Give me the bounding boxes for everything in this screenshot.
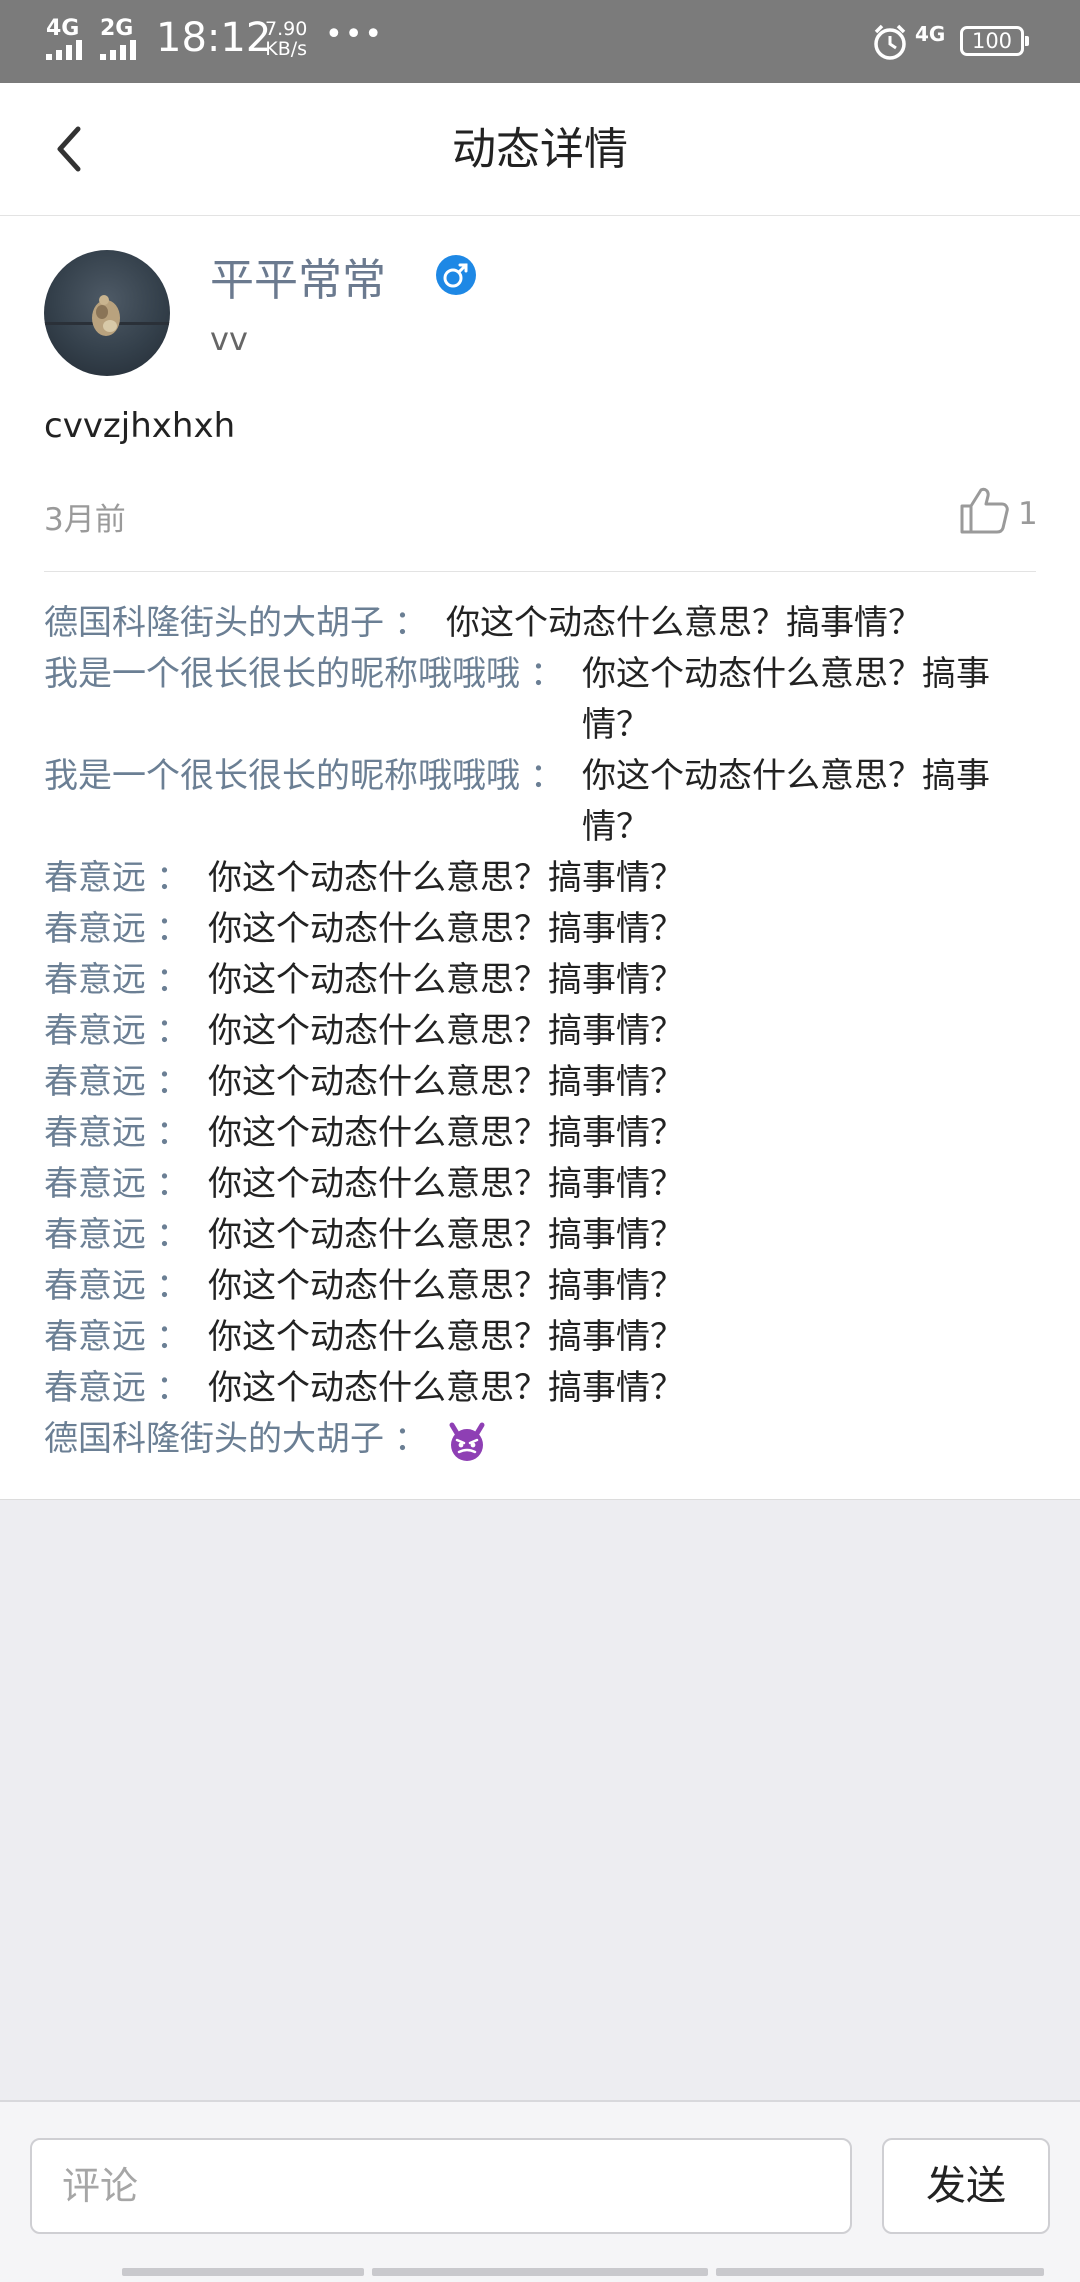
comment-separator: ： bbox=[156, 858, 190, 898]
comment-separator: ： bbox=[156, 1317, 190, 1357]
status-bar: 4G 2G 18:12 7.90 KB/s ••• 4G 100 bbox=[0, 0, 1080, 83]
comment-separator: ： bbox=[156, 1011, 190, 1051]
network-type-1: 4G bbox=[46, 16, 80, 41]
post-time: 3月前 bbox=[44, 502, 126, 538]
male-icon bbox=[436, 255, 476, 295]
comment-text: 你这个动态什么意思？搞事情？ bbox=[208, 1368, 684, 1408]
comment-author[interactable]: 德国科隆街头的大胡子 bbox=[44, 598, 384, 649]
comment-text: 你这个动态什么意思？搞事情？ bbox=[208, 1011, 684, 1051]
comment-bar: 发送 bbox=[0, 2100, 1080, 2282]
comment-text: 你这个动态什么意思？搞事情？ bbox=[208, 1062, 684, 1102]
page-title: 动态详情 bbox=[452, 124, 628, 175]
comment-item[interactable]: 德国科隆街头的大胡子： 你这个动态什么意思？搞事情？ bbox=[44, 598, 1036, 649]
comment-item[interactable]: 我是一个很长很长的昵称哦哦哦： 你这个动态什么意思？搞事情？ bbox=[44, 751, 1036, 853]
comment-separator: ： bbox=[156, 960, 190, 1000]
alarm-icon bbox=[874, 24, 906, 60]
more-notifications-icon: ••• bbox=[325, 17, 385, 52]
comment-author[interactable]: 春意远 bbox=[44, 853, 146, 904]
comment-item[interactable]: 春意远： 你这个动态什么意思？搞事情？ bbox=[44, 1057, 1036, 1108]
avatar-image bbox=[44, 295, 170, 336]
comment-separator: ： bbox=[156, 909, 190, 949]
comment-text: 你这个动态什么意思？搞事情？ bbox=[208, 858, 684, 898]
comment-author[interactable]: 春意远 bbox=[44, 955, 146, 1006]
comment-item[interactable]: 春意远： 你这个动态什么意思？搞事情？ bbox=[44, 1159, 1036, 1210]
network-speed-value: 7.90 bbox=[265, 18, 308, 40]
comment-separator: ： bbox=[156, 1215, 190, 1255]
comment-item[interactable]: 我是一个很长很长的昵称哦哦哦： 你这个动态什么意思？搞事情？ bbox=[44, 649, 1036, 751]
comment-separator: ： bbox=[156, 1062, 190, 1102]
nav-indicator-left bbox=[122, 2268, 364, 2276]
clock: 18:12 bbox=[156, 15, 272, 61]
comment-text: 你这个动态什么意思？搞事情？ bbox=[582, 654, 990, 745]
send-button[interactable]: 发送 bbox=[882, 2138, 1050, 2234]
comment-item[interactable]: 春意远： 你这个动态什么意思？搞事情？ bbox=[44, 1312, 1036, 1363]
comment-item[interactable]: 春意远： 你这个动态什么意思？搞事情？ bbox=[44, 1261, 1036, 1312]
post-detail: 平平常常 vv cvvzjhxhxh 3月前 1 德国科隆街头的大胡子：你这个动… bbox=[0, 216, 1080, 1500]
comment-item[interactable]: 春意远： 你这个动态什么意思？搞事情？ bbox=[44, 904, 1036, 955]
comment-separator: ： bbox=[156, 1266, 190, 1306]
network-type-2: 2G bbox=[100, 16, 134, 41]
comment-separator: ： bbox=[156, 1368, 190, 1408]
comment-author[interactable]: 德国科隆街头的大胡子 bbox=[44, 1414, 384, 1465]
comment-text: 你这个动态什么意思？搞事情？ bbox=[208, 1215, 684, 1255]
comment-separator: ： bbox=[530, 756, 564, 796]
comment-text: 你这个动态什么意思？搞事情？ bbox=[208, 960, 684, 1000]
devil-emoji-icon bbox=[449, 1422, 485, 1461]
network-speed-unit: KB/s bbox=[265, 37, 308, 60]
comment-author[interactable]: 春意远 bbox=[44, 1261, 146, 1312]
comment-text: 你这个动态什么意思？搞事情？ bbox=[208, 1113, 684, 1153]
comment-list: 德国科隆街头的大胡子：你这个动态什么意思？搞事情？ 我是一个很长很长的昵称哦哦哦：… bbox=[44, 598, 1036, 1465]
divider bbox=[44, 571, 1036, 572]
comment-author[interactable]: 春意远 bbox=[44, 1159, 146, 1210]
comment-author[interactable]: 春意远 bbox=[44, 1210, 146, 1261]
comment-item[interactable]: 春意远： 你这个动态什么意思？搞事情？ bbox=[44, 955, 1036, 1006]
comment-author[interactable]: 我是一个很长很长的昵称哦哦哦 bbox=[44, 649, 520, 751]
comment-item[interactable]: 春意远： 你这个动态什么意思？搞事情？ bbox=[44, 1363, 1036, 1414]
signal-icon-1 bbox=[46, 40, 90, 60]
comment-separator: ： bbox=[394, 603, 428, 643]
avatar[interactable] bbox=[44, 250, 170, 376]
post-text: cvvzjhxhxh bbox=[44, 406, 236, 446]
battery-icon: 100 bbox=[960, 26, 1029, 56]
comment-item[interactable]: 春意远： 你这个动态什么意思？搞事情？ bbox=[44, 853, 1036, 904]
comment-author[interactable]: 我是一个很长很长的昵称哦哦哦 bbox=[44, 751, 520, 853]
nav-indicator-center bbox=[372, 2268, 708, 2276]
comment-text: 你这个动态什么意思？搞事情？ bbox=[208, 1164, 684, 1204]
comment-separator: ： bbox=[156, 1164, 190, 1204]
user-subtitle: vv bbox=[210, 320, 248, 358]
app-header: 动态详情 bbox=[0, 83, 1080, 216]
comment-text: 你这个动态什么意思？搞事情？ bbox=[446, 603, 922, 643]
comment-text: 你这个动态什么意思？搞事情？ bbox=[208, 1266, 684, 1306]
network-type-3: 4G bbox=[915, 22, 946, 46]
thumbs-up-icon[interactable] bbox=[958, 484, 1010, 536]
comment-separator: ： bbox=[530, 654, 564, 694]
comment-item[interactable]: 德国科隆街头的大胡子： bbox=[44, 1414, 1036, 1465]
signal-icon-2 bbox=[100, 40, 144, 60]
comment-author[interactable]: 春意远 bbox=[44, 1312, 146, 1363]
comment-author[interactable]: 春意远 bbox=[44, 1363, 146, 1414]
comment-text: 你这个动态什么意思？搞事情？ bbox=[582, 756, 990, 847]
comment-input[interactable] bbox=[30, 2138, 852, 2234]
like-count: 1 bbox=[1018, 496, 1038, 532]
comment-item[interactable]: 春意远： 你这个动态什么意思？搞事情？ bbox=[44, 1210, 1036, 1261]
comment-text: 你这个动态什么意思？搞事情？ bbox=[208, 1317, 684, 1357]
username[interactable]: 平平常常 bbox=[210, 252, 386, 309]
comment-item[interactable]: 春意远： 你这个动态什么意思？搞事情？ bbox=[44, 1108, 1036, 1159]
nav-indicator-right bbox=[716, 2268, 1044, 2276]
comment-item[interactable]: 春意远： 你这个动态什么意思？搞事情？ bbox=[44, 1006, 1036, 1057]
comment-separator: ： bbox=[394, 1419, 428, 1459]
comment-author[interactable]: 春意远 bbox=[44, 904, 146, 955]
network-speed: 7.90 KB/s bbox=[265, 18, 308, 60]
comment-author[interactable]: 春意远 bbox=[44, 1108, 146, 1159]
comment-emoji bbox=[446, 1414, 1036, 1465]
comment-author[interactable]: 春意远 bbox=[44, 1057, 146, 1108]
comment-author[interactable]: 春意远 bbox=[44, 1006, 146, 1057]
comment-separator: ： bbox=[156, 1113, 190, 1153]
comment-text: 你这个动态什么意思？搞事情？ bbox=[208, 909, 684, 949]
